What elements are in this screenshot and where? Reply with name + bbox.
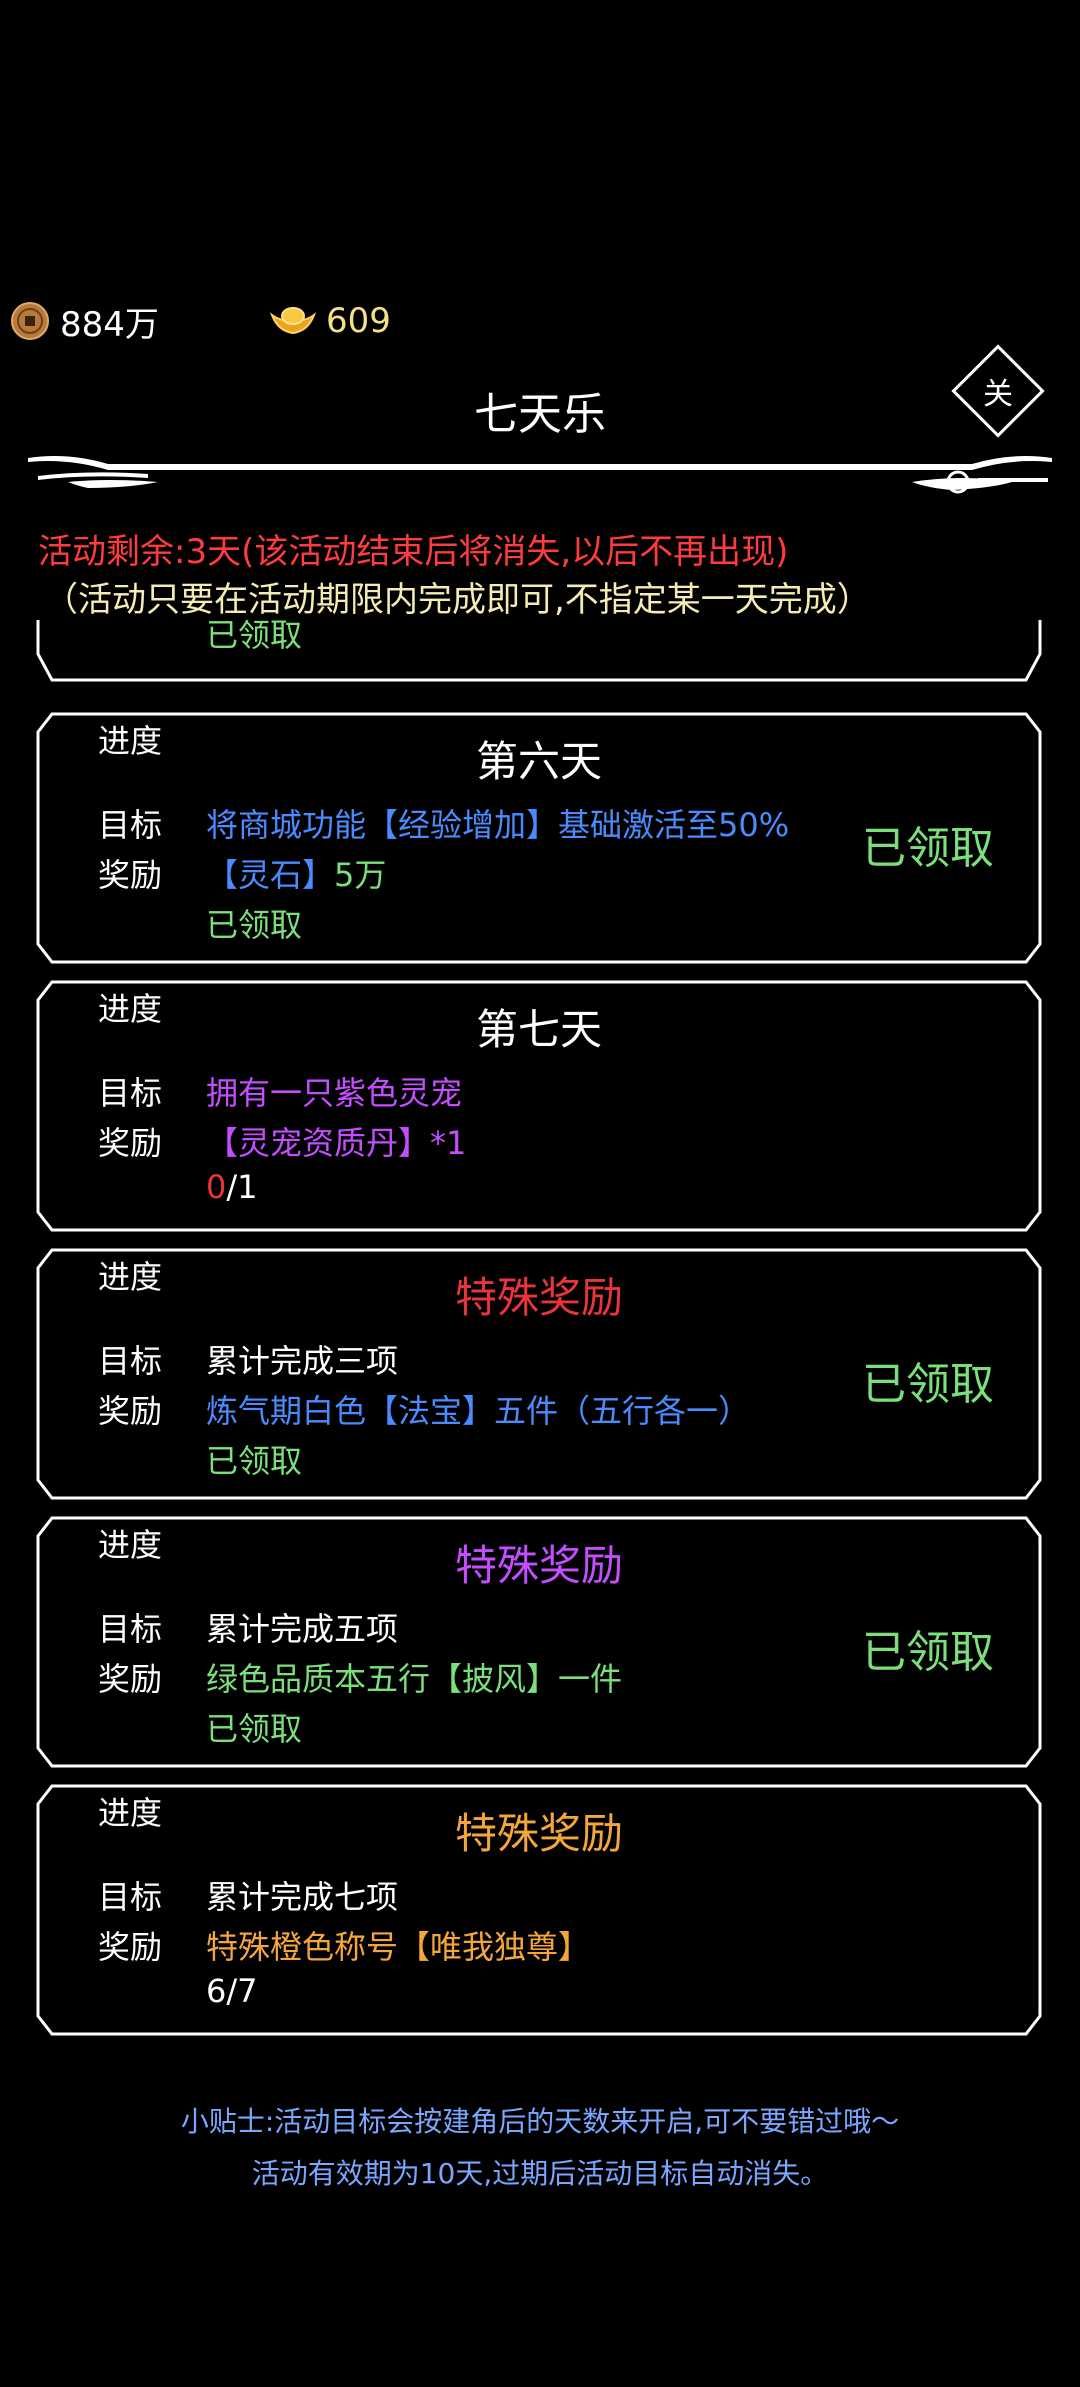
ornamental-divider	[28, 456, 1052, 494]
card-frame	[36, 620, 1042, 682]
card-progress-value: 0/1	[206, 1168, 258, 1206]
card-title: 特殊奖励	[454, 1541, 623, 1590]
card-reward-label: 奖励	[98, 1928, 163, 1966]
task-card-day-six: 进度 第六天 目标 将商城功能【经验增加】基础激活至50% 奖励 【灵石】5万 …	[36, 712, 1042, 964]
card-reward-value: 特殊橙色称号【唯我独尊】	[206, 1928, 591, 1966]
copper-coin-icon	[10, 301, 50, 341]
card-progress-value: 已领取	[206, 906, 303, 944]
card-progress-value: 6/7	[206, 1972, 258, 2010]
card-reward-amount: 5万	[334, 856, 387, 894]
ingot-amount: 609	[326, 301, 391, 341]
card-reward-label: 奖励	[98, 856, 163, 894]
tip-line-2: 活动有效期为10天,过期后活动目标自动消失。	[251, 2157, 829, 2190]
coin-amount: 884万	[60, 304, 159, 345]
card-title: 特殊奖励	[454, 1809, 623, 1858]
card-reward-value: 绿色品质本五行【披风】一件	[206, 1660, 623, 1698]
card-goal-label: 目标	[98, 1342, 163, 1380]
card-title: 第六天	[475, 737, 602, 786]
card-goal-value: 拥有一只紫色灵宠	[206, 1074, 463, 1112]
ingot-balance: 609	[270, 296, 391, 346]
card-goal-value: 累计完成七项	[206, 1878, 399, 1916]
card-progress-current: 0	[206, 1168, 227, 1206]
card-goal-value: 累计完成五项	[206, 1610, 399, 1648]
event-remaining-notice: 活动剩余:3天(该活动结束后将消失,以后不再出现)	[38, 532, 789, 572]
card-goal-label: 目标	[98, 1878, 163, 1916]
card-progress-value: 已领取	[206, 1442, 303, 1480]
card-reward-value: 【灵石】5万	[206, 850, 386, 896]
card-goal-label: 目标	[98, 1074, 163, 1112]
coin-balance: 884万	[10, 296, 159, 346]
card-title: 特殊奖励	[454, 1273, 623, 1322]
card-reward-value: 【灵宠资质丹】*1	[206, 1124, 467, 1162]
task-card-special-seven: 进度 特殊奖励 目标 累计完成七项 奖励 特殊橙色称号【唯我独尊】 6/7	[36, 1784, 1042, 2036]
tip-line-1: 小贴士:活动目标会按建角后的天数来开启,可不要错过哦～	[180, 2105, 900, 2138]
task-card-special-three: 进度 特殊奖励 目标 累计完成三项 奖励 炼气期白色【法宝】五件（五行各一） 已…	[36, 1248, 1042, 1500]
card-title: 第七天	[475, 1005, 602, 1054]
gold-ingot-icon	[270, 301, 316, 341]
card-reward-value: 炼气期白色【法宝】五件（五行各一）	[206, 1392, 751, 1430]
card-goal-label: 目标	[98, 1610, 163, 1648]
card-progress-value: 已领取	[206, 1710, 303, 1748]
seven-day-event-page: 884万 609 七天乐 关 活动剩余:3天(该活动结束后将消失,以后不再出现)…	[0, 0, 1080, 2387]
claimed-status[interactable]: 已领取	[862, 812, 994, 876]
card-progress-total: /1	[226, 1168, 258, 1206]
close-button[interactable]: 关	[950, 343, 1046, 439]
card-reward-label: 奖励	[98, 1660, 163, 1698]
claimed-status[interactable]: 已领取	[862, 1616, 994, 1680]
task-card-day-seven: 进度 第七天 目标 拥有一只紫色灵宠 奖励 【灵宠资质丹】*1 0/1	[36, 980, 1042, 1232]
claimed-status[interactable]: 已领取	[862, 1348, 994, 1412]
event-hint-notice: （活动只要在活动期限内完成即可,不指定某一天完成）	[44, 580, 871, 620]
card-progress-value: 已领取	[206, 620, 303, 654]
card-goal-label: 目标	[98, 806, 163, 844]
page-title: 七天乐	[474, 389, 606, 440]
card-goal-value: 累计完成三项	[206, 1342, 399, 1380]
card-reward-item: 【灵石】	[206, 856, 335, 894]
card-reward-label: 奖励	[98, 1124, 163, 1162]
task-card-partial: 已领取	[36, 620, 1042, 682]
close-button-label: 关	[983, 377, 1013, 412]
card-goal-value: 将商城功能【经验增加】基础激活至50%	[206, 806, 790, 844]
task-list[interactable]: 已领取 进度 第六天 目标 将商城功能【经验增加】基础激活至50% 奖励 【灵石…	[0, 620, 1080, 2040]
task-card-special-five: 进度 特殊奖励 目标 累计完成五项 奖励 绿色品质本五行【披风】一件 已领取 已…	[36, 1516, 1042, 1768]
card-reward-label: 奖励	[98, 1392, 163, 1430]
